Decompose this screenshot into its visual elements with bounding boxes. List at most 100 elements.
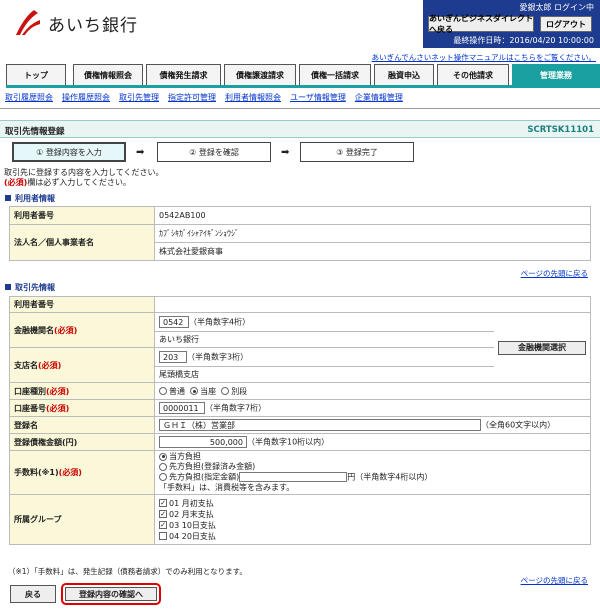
manual-link[interactable]: あいぎんでんさいネット操作マニュアルはこちらをご覧ください。 xyxy=(372,52,596,63)
bank-logo: あいち銀行 xyxy=(12,8,138,38)
registered-name-input[interactable]: ＧＨＩ（株）営業部 xyxy=(159,419,481,431)
required-mark: (必須) xyxy=(58,468,82,477)
page-top-link[interactable]: ページの先頭に戻る xyxy=(521,575,588,586)
user-status: 愛銀太郎 ログイン中 xyxy=(519,3,594,12)
sub-navigation: 取引履歴照会 操作履歴照会 取引先管理 指定許可管理 利用者情報照会 ユーザ情報管理 企業情… xyxy=(5,92,412,103)
required-mark: (必須) xyxy=(54,325,78,335)
subnav-operation-history[interactable]: 操作履歴照会 xyxy=(62,93,110,102)
header: あいち銀行 愛銀太郎 ログイン中 あいぎんビジネスダイレクトへ戻る ログアウト … xyxy=(0,0,600,62)
radio-label: 当方負担 xyxy=(169,452,201,462)
checkbox-group-4[interactable] xyxy=(159,532,167,540)
section-title: 取引先情報 xyxy=(15,283,55,292)
section-partner-info: 取引先情報 xyxy=(5,282,55,293)
section-title: 利用者情報 xyxy=(15,194,55,203)
radio-fee-registered[interactable] xyxy=(159,462,167,471)
subnav-transaction-history[interactable]: 取引履歴照会 xyxy=(5,93,53,102)
step-input: ① 登録内容を入力 xyxy=(12,142,126,162)
instruction-line: 欄は必ず入力してください。 xyxy=(27,178,131,187)
label-user-number: 利用者番号 xyxy=(9,206,155,225)
checkbox-label: 01 月初支払 xyxy=(169,498,214,508)
step-confirm: ② 登録を確認 xyxy=(157,142,271,162)
label-account-type: 口座種別(必須) xyxy=(9,382,155,400)
hint: 円（半角数字4桁以内） xyxy=(347,472,433,482)
tab-inquiry[interactable]: 債権情報照会 xyxy=(73,64,143,85)
radio-current[interactable] xyxy=(190,387,199,395)
instruction-line: 取引先に登録する内容を入力してください。 xyxy=(4,168,164,177)
step-arrow-icon: ➡ xyxy=(281,147,290,158)
radio-label: 当座 xyxy=(200,386,217,396)
label-registered-name: 登録名 xyxy=(9,416,155,434)
tab-top[interactable]: トップ xyxy=(6,64,66,85)
screen-code: SCRTSK11101 xyxy=(527,125,594,135)
radio-fee-self[interactable] xyxy=(159,452,167,461)
step-arrow-icon: ➡ xyxy=(136,147,145,158)
hint: （半角数字10桁以内） xyxy=(247,437,330,447)
checkbox-group-3[interactable]: ✓ xyxy=(159,521,167,529)
checkbox-group-2[interactable]: ✓ xyxy=(159,510,167,518)
company-name-kana: ｶﾌﾞｼｷｶﾞｲｼｬｱｲｷﾞﾝｼｮｳｼﾞ xyxy=(154,224,591,243)
checkbox-group-1[interactable]: ✓ xyxy=(159,499,167,507)
radio-ordinary[interactable] xyxy=(159,387,167,395)
direct-button[interactable]: あいぎんビジネスダイレクトへ戻る xyxy=(428,14,534,34)
hint: （半角数字3桁） xyxy=(187,352,249,362)
instructions: 取引先に登録する内容を入力してください。 (必須)欄は必ず入力してください。 xyxy=(4,168,164,188)
radio-label: 先方負担(登録済み金額) xyxy=(169,462,256,472)
fee-amount-input[interactable] xyxy=(239,472,348,483)
label-account-number: 口座番号(必須) xyxy=(9,399,155,417)
page-top-link[interactable]: ページの先頭に戻る xyxy=(521,268,588,279)
header-user-panel: 愛銀太郎 ログイン中 あいぎんビジネスダイレクトへ戻る ログアウト 最終操作日時… xyxy=(423,0,600,48)
radio-special[interactable] xyxy=(221,387,230,395)
subnav-user-management[interactable]: ユーザ情報管理 xyxy=(290,93,346,102)
bank-code-input[interactable]: 0542 xyxy=(159,316,189,328)
main-tabs: トップ 債権情報照会 債権発生請求 債権譲渡請求 債権一括請求 融資申込 その他… xyxy=(6,64,600,88)
page-title-bar: 取引先情報登録 SCRTSK11101 xyxy=(0,120,600,138)
section-bullet-icon xyxy=(5,195,11,201)
label-branch: 支店名(必須) xyxy=(9,347,155,383)
radio-label: 先方負担(指定金額) xyxy=(169,472,240,482)
step-complete: ③ 登録完了 xyxy=(300,142,414,162)
subnav-permission-management[interactable]: 指定許可管理 xyxy=(168,93,216,102)
bank-logo-mark-icon xyxy=(12,8,42,38)
section-user-info: 利用者情報 xyxy=(5,193,55,204)
checkbox-label: 03 10日支払 xyxy=(169,520,216,530)
fee-note: 「手数料」は、消費税等を含みます。 xyxy=(159,482,295,492)
user-info-table: 利用者番号 0542AB100 法人名／個人事業者名 ｶﾌﾞｼｷｶﾞｲｼｬｱｲｷﾞﾝ… xyxy=(9,206,591,261)
subnav-company-management[interactable]: 企業情報管理 xyxy=(355,93,403,102)
back-button[interactable]: 戻る xyxy=(10,585,56,603)
subnav-partner-management[interactable]: 取引先管理 xyxy=(119,93,159,102)
label-fee: 手数料(※1)(必須) xyxy=(9,450,155,495)
radio-label: 普通 xyxy=(169,386,185,396)
radio-label: 別段 xyxy=(231,386,248,396)
tab-bulk[interactable]: 債権一括請求 xyxy=(299,64,371,85)
tab-other[interactable]: その他請求 xyxy=(437,64,509,85)
last-operation: 最終操作日時：2016/04/20 10:00:00 xyxy=(453,36,594,45)
branch-code-input[interactable]: 203 xyxy=(159,351,187,363)
confirm-button-highlight: 登録内容の確認へ xyxy=(61,583,161,605)
section-bullet-icon xyxy=(5,284,11,290)
account-number-input[interactable]: 0000011 xyxy=(159,402,205,414)
label-bank: 金融機関名(必須) xyxy=(9,312,155,348)
branch-name: 尾頭橋支店 xyxy=(154,366,494,383)
tab-transfer[interactable]: 債権譲渡請求 xyxy=(224,64,296,85)
checkbox-label: 04 20日支払 xyxy=(169,531,216,541)
required-mark: (必須) xyxy=(38,360,62,370)
confirm-button[interactable]: 登録内容の確認へ xyxy=(65,587,157,601)
page-title: 取引先情報登録 xyxy=(5,127,65,137)
hint: （全角60文字以内） xyxy=(481,420,556,430)
partner-form: 利用者番号 金融機関名(必須) 0542 （半角数字4桁） 金融機関選択 あいち銀… xyxy=(9,296,591,545)
subnav-user-info[interactable]: 利用者情報照会 xyxy=(225,93,281,102)
bank-name: あいち銀行 xyxy=(48,15,138,36)
bank-select-button[interactable]: 金融機関選択 xyxy=(498,340,586,355)
limit-amount-input[interactable]: 500,000 xyxy=(159,436,247,448)
required-mark: (必須) xyxy=(4,178,28,187)
tab-admin[interactable]: 管理業務 xyxy=(512,64,600,85)
label-partner-number: 利用者番号 xyxy=(9,296,155,313)
tab-issue[interactable]: 債権発生請求 xyxy=(146,64,221,85)
required-mark: (必須) xyxy=(46,403,70,413)
radio-fee-specified[interactable] xyxy=(159,473,167,482)
tab-loan[interactable]: 融資申込 xyxy=(374,64,434,85)
label-company-name: 法人名／個人事業者名 xyxy=(9,224,155,261)
user-number: 0542AB100 xyxy=(154,206,591,225)
logout-button[interactable]: ログアウト xyxy=(540,16,592,32)
hint: （半角数字4桁） xyxy=(189,317,251,327)
